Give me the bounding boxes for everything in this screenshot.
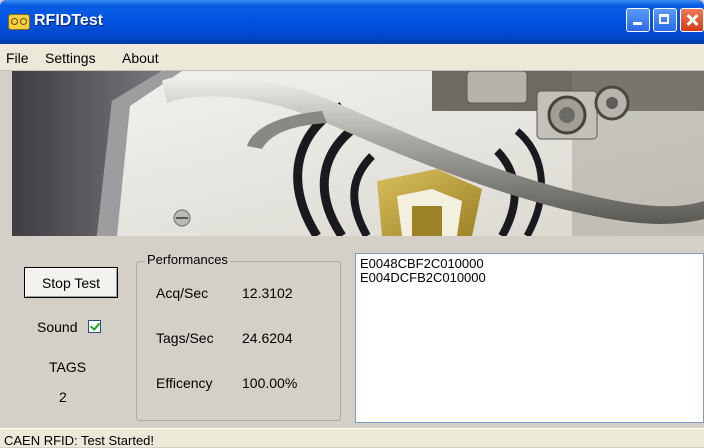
tags-label: TAGS — [49, 359, 87, 375]
list-item[interactable]: E0048CBF2C010000 — [360, 257, 699, 271]
status-bar: CAEN RFID: Test Started! — [0, 428, 704, 448]
menu-bar: File Settings About — [0, 44, 704, 71]
sound-label: Sound — [37, 319, 78, 335]
menu-about[interactable]: About — [122, 50, 159, 66]
title-bar[interactable]: RFIDTest — [0, 0, 704, 44]
menu-settings[interactable]: Settings — [45, 50, 96, 66]
stop-test-button[interactable]: Stop Test — [24, 267, 118, 298]
acq-sec-value: 12.3102 — [242, 285, 293, 301]
tag-listbox[interactable]: E0048CBF2C010000 E004DCFB2C010000 — [355, 253, 704, 423]
maximize-button[interactable] — [653, 8, 677, 32]
rfid-reader-photo — [12, 71, 704, 236]
efficiency-label: Efficency — [156, 375, 213, 391]
menu-file[interactable]: File — [6, 50, 29, 66]
banner-image — [12, 71, 704, 236]
tags-sec-value: 24.6204 — [242, 330, 293, 346]
acq-sec-label: Acq/Sec — [156, 285, 209, 301]
efficiency-value: 100.00% — [242, 375, 298, 391]
minimize-button[interactable] — [626, 8, 650, 32]
sound-checkbox[interactable] — [88, 320, 101, 333]
app-icon — [8, 14, 30, 30]
performances-title: Performances — [145, 252, 230, 267]
list-item[interactable]: E004DCFB2C010000 — [360, 271, 699, 285]
close-button[interactable] — [680, 8, 704, 32]
tags-count: 2 — [59, 389, 67, 405]
window-title: RFIDTest — [34, 12, 104, 29]
tags-sec-label: Tags/Sec — [156, 330, 214, 346]
